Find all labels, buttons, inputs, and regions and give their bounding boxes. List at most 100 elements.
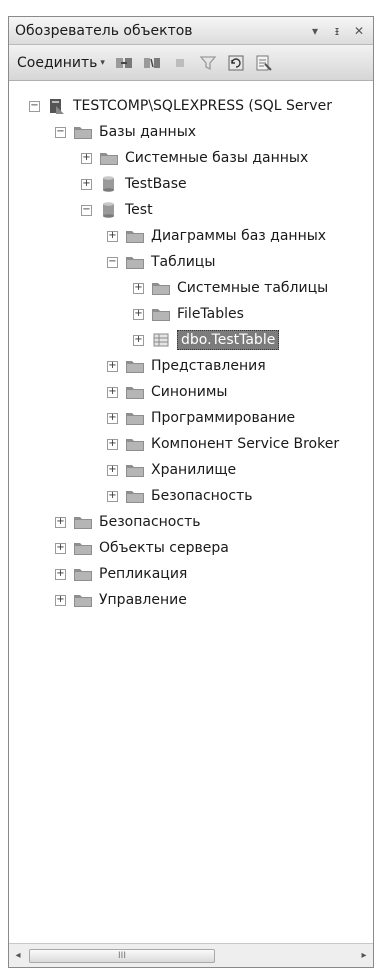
- filter-icon[interactable]: [197, 52, 219, 74]
- scroll-track[interactable]: III: [27, 948, 355, 964]
- scroll-thumb[interactable]: III: [29, 948, 215, 963]
- pin-icon[interactable]: ᵻ: [329, 23, 345, 39]
- tree-node-testbase[interactable]: + TestBase: [81, 173, 187, 195]
- collapse-toggle[interactable]: −: [55, 126, 66, 138]
- connect-button[interactable]: Соединить ▾: [17, 55, 105, 71]
- expand-toggle[interactable]: +: [133, 334, 144, 346]
- folder-icon: [125, 384, 145, 400]
- stop-icon[interactable]: [169, 52, 191, 74]
- collapse-toggle[interactable]: −: [81, 204, 92, 216]
- tree-label-service-broker: Компонент Service Broker: [151, 436, 340, 452]
- folder-icon: [125, 488, 145, 504]
- tree-label-testtable: dbo.TestTable: [177, 330, 280, 350]
- tree-node-server[interactable]: − TESTCOMP\SQLEXPRESS (SQL Server: [29, 95, 332, 117]
- tree-node-replication[interactable]: + Репликация: [55, 563, 187, 585]
- expand-toggle[interactable]: +: [55, 542, 66, 554]
- expand-toggle[interactable]: +: [81, 178, 92, 190]
- panel-title: Обозреватель объектов: [15, 22, 193, 39]
- tree-label-diagrams: Диаграммы баз данных: [151, 228, 327, 244]
- collapse-toggle[interactable]: −: [29, 100, 40, 112]
- tree-label-views: Представления: [151, 358, 266, 374]
- folder-icon: [151, 306, 171, 322]
- folder-icon: [151, 280, 171, 296]
- tree-node-programmability[interactable]: + Программирование: [107, 407, 295, 429]
- tree-label-testbase: TestBase: [125, 176, 187, 192]
- expand-toggle[interactable]: +: [107, 412, 118, 424]
- tree-label-filetables: FileTables: [177, 306, 244, 322]
- expand-toggle[interactable]: +: [55, 568, 66, 580]
- expand-toggle[interactable]: +: [81, 152, 92, 164]
- object-tree: − TESTCOMP\SQLEXPRESS (SQL Server − Базы…: [9, 89, 373, 943]
- scroll-right-icon[interactable]: ▸: [355, 945, 373, 967]
- tree-node-service-broker[interactable]: + Компонент Service Broker: [107, 433, 339, 455]
- tree-node-diagrams[interactable]: + Диаграммы баз данных: [107, 225, 326, 247]
- object-explorer-panel: Обозреватель объектов ▾ ᵻ ✕ Соединить ▾: [8, 16, 374, 968]
- tree-label-db-security: Безопасность: [151, 488, 253, 504]
- title-bar: Обозреватель объектов ▾ ᵻ ✕: [9, 17, 373, 45]
- tree-label-server: TESTCOMP\SQLEXPRESS (SQL Server: [73, 98, 332, 114]
- tree-node-server-objects[interactable]: + Объекты сервера: [55, 537, 229, 559]
- collapse-toggle[interactable]: −: [107, 256, 118, 268]
- tree-label-storage: Хранилище: [151, 462, 237, 478]
- folder-icon: [125, 254, 145, 270]
- tree-label-tables: Таблицы: [151, 254, 216, 270]
- expand-toggle[interactable]: +: [55, 594, 66, 606]
- expand-toggle[interactable]: +: [107, 464, 118, 476]
- tree-node-storage[interactable]: + Хранилище: [107, 459, 236, 481]
- folder-icon: [73, 540, 93, 556]
- tree-node-db-security[interactable]: + Безопасность: [107, 485, 252, 507]
- folder-icon: [99, 150, 119, 166]
- tree-node-security[interactable]: + Безопасность: [55, 511, 200, 533]
- horizontal-scrollbar[interactable]: ◂ III ▸: [9, 943, 373, 967]
- tree-label-management: Управление: [99, 592, 187, 608]
- tree-node-system-tables[interactable]: + Системные таблицы: [133, 277, 328, 299]
- tree-node-testtable[interactable]: + dbo.TestTable: [133, 329, 280, 351]
- tree-node-test[interactable]: − Test: [81, 199, 153, 221]
- table-icon: [151, 332, 171, 348]
- refresh-icon[interactable]: [225, 52, 247, 74]
- tree-label-synonyms: Синонимы: [151, 384, 228, 400]
- connect-object-explorer-icon[interactable]: [113, 52, 135, 74]
- folder-icon: [73, 514, 93, 530]
- expand-toggle[interactable]: +: [133, 282, 144, 294]
- tree-label-system-databases: Системные базы данных: [125, 150, 309, 166]
- window-position-dropdown-icon[interactable]: ▾: [307, 23, 323, 39]
- folder-icon: [125, 410, 145, 426]
- summary-icon[interactable]: [253, 52, 275, 74]
- grip-icon: III: [118, 950, 126, 961]
- scroll-left-icon[interactable]: ◂: [9, 945, 27, 967]
- tree-label-databases: Базы данных: [99, 124, 197, 140]
- expand-toggle[interactable]: +: [107, 438, 118, 450]
- tree-label-replication: Репликация: [99, 566, 188, 582]
- tree-label-security: Безопасность: [99, 514, 201, 530]
- folder-icon: [125, 228, 145, 244]
- database-icon: [99, 202, 119, 218]
- tree-label-server-objects: Объекты сервера: [99, 540, 229, 556]
- folder-icon: [73, 124, 93, 140]
- expand-toggle[interactable]: +: [55, 516, 66, 528]
- folder-icon: [73, 566, 93, 582]
- folder-icon: [125, 436, 145, 452]
- chevron-down-icon: ▾: [100, 57, 105, 68]
- tree-label-system-tables: Системные таблицы: [177, 280, 329, 296]
- database-icon: [99, 176, 119, 192]
- folder-icon: [125, 358, 145, 374]
- tree-node-synonyms[interactable]: + Синонимы: [107, 381, 227, 403]
- folder-icon: [125, 462, 145, 478]
- tree-node-tables[interactable]: − Таблицы: [107, 251, 215, 273]
- expand-toggle[interactable]: +: [107, 230, 118, 242]
- connect-label: Соединить: [17, 54, 98, 71]
- expand-toggle[interactable]: +: [107, 360, 118, 372]
- tree-label-test: Test: [125, 202, 153, 218]
- tree-node-system-databases[interactable]: + Системные базы данных: [81, 147, 308, 169]
- tree-node-management[interactable]: + Управление: [55, 589, 187, 611]
- expand-toggle[interactable]: +: [107, 490, 118, 502]
- disconnect-icon[interactable]: [141, 52, 163, 74]
- close-icon[interactable]: ✕: [351, 23, 367, 39]
- expand-toggle[interactable]: +: [107, 386, 118, 398]
- tree-node-views[interactable]: + Представления: [107, 355, 266, 377]
- expand-toggle[interactable]: +: [133, 308, 144, 320]
- toolbar: Соединить ▾: [9, 45, 373, 81]
- tree-node-databases[interactable]: − Базы данных: [55, 121, 196, 143]
- tree-node-filetables[interactable]: + FileTables: [133, 303, 244, 325]
